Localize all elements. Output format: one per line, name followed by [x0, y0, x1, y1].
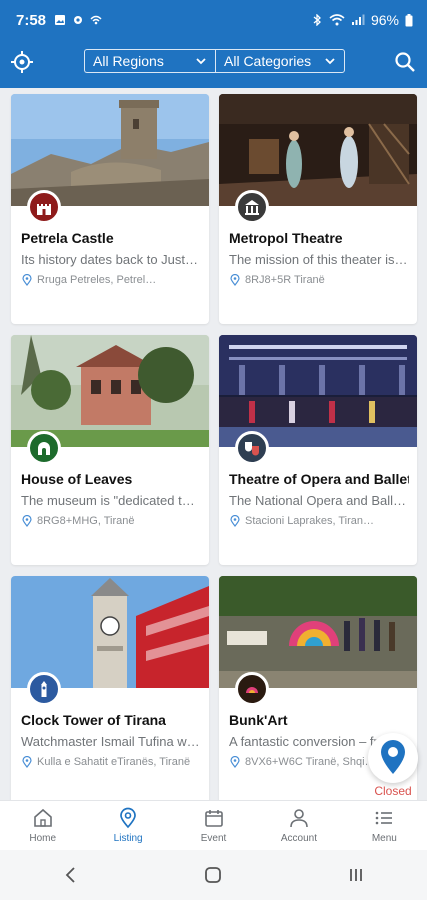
- listing-address: Kulla e Sahatit eTiranës, Tiranë: [21, 756, 201, 768]
- category-badge: [235, 190, 269, 224]
- gallery-icon: [55, 15, 66, 25]
- app-header: 7:58 96% All Regions All Categories: [0, 0, 427, 88]
- map-pin-icon: [22, 756, 32, 768]
- status-time: 7:58: [16, 11, 47, 29]
- listing-title: House of Leaves: [21, 471, 133, 487]
- tab-listing[interactable]: Listing: [85, 801, 170, 850]
- listing-address-text: 8RG8+MHG, Tiranë: [37, 515, 135, 527]
- map-pin-icon: [381, 740, 405, 774]
- map-pin-icon: [230, 274, 240, 286]
- location-pin-icon: [120, 807, 136, 829]
- map-pin-icon: [230, 515, 240, 527]
- tab-home[interactable]: Home: [0, 801, 85, 850]
- search-icon[interactable]: [393, 50, 417, 74]
- tab-menu[interactable]: Menu: [342, 801, 427, 850]
- category-badge: [27, 431, 61, 465]
- listing-address-text: Kulla e Sahatit eTiranës, Tiranë: [37, 756, 191, 768]
- category-badge: [235, 431, 269, 465]
- system-navigation-bar: [0, 850, 427, 900]
- listing-description: The National Opera and Balle…: [229, 493, 409, 508]
- listing-address: 8RG8+MHG, Tiranë: [21, 515, 201, 527]
- map-pin-icon: [230, 756, 240, 768]
- castle-icon: [37, 204, 51, 215]
- tab-event[interactable]: Event: [171, 801, 256, 850]
- listing-description: The museum is "dedicated to…: [21, 493, 201, 508]
- status-right: 96%: [311, 12, 413, 28]
- calendar-icon: [204, 810, 223, 827]
- open-status-label: Closed: [374, 784, 412, 798]
- listing-title: Petrela Castle: [21, 230, 114, 246]
- status-bar: 7:58 96%: [0, 0, 427, 40]
- back-icon[interactable]: [61, 865, 81, 885]
- tab-account[interactable]: Account: [256, 801, 341, 850]
- home-nav-icon[interactable]: [203, 865, 223, 885]
- filter-group: All Regions All Categories: [84, 49, 345, 73]
- wifi-icon: [329, 14, 345, 26]
- listing-title: Metropol Theatre: [229, 230, 343, 246]
- person-icon: [290, 809, 308, 828]
- map-pin-icon: [22, 274, 32, 286]
- listing-address-text: Rruga Petreles, Petrel…: [37, 274, 157, 286]
- listing-description: Watchmaster Ismail Tufina w…: [21, 734, 200, 749]
- listing-address: 8RJ8+5R Tiranë: [229, 274, 409, 286]
- category-badge: [27, 672, 61, 706]
- wifi-calling-icon: [90, 15, 102, 25]
- listing-address-text: Stacioni Laprakes, Tiran…: [245, 515, 375, 527]
- battery-icon: [405, 13, 413, 26]
- listing-address: Stacioni Laprakes, Tiran…: [229, 515, 409, 527]
- tab-label: Account: [280, 833, 317, 844]
- category-badge: [235, 672, 269, 706]
- listing-address-text: 8VX6+W6C Tiranë, Shqi…: [245, 756, 376, 768]
- locate-me-icon[interactable]: [10, 50, 34, 74]
- museum-icon: [38, 442, 50, 455]
- category-badge: [27, 190, 61, 224]
- tower-icon: [41, 681, 47, 697]
- category-dropdown-label: All Categories: [224, 53, 312, 69]
- region-dropdown-label: All Regions: [93, 53, 164, 69]
- map-view-button[interactable]: [368, 733, 418, 783]
- chevron-down-icon: [196, 58, 206, 65]
- tab-label: Menu: [371, 833, 397, 844]
- listing-description: Its history dates back to Just…: [21, 252, 199, 267]
- listing-card-theatre-opera-ballet[interactable]: Theatre of Opera and Ballet The National…: [219, 335, 417, 565]
- theatre-building-icon: [245, 200, 259, 215]
- bluetooth-icon: [313, 14, 321, 26]
- home-icon: [33, 808, 52, 827]
- listing-grid: Petrela Castle Its history dates back to…: [0, 88, 427, 800]
- menu-list-icon: [376, 811, 393, 825]
- listing-card-petrela-castle[interactable]: Petrela Castle Its history dates back to…: [11, 94, 209, 324]
- toolbar: All Regions All Categories: [0, 40, 427, 88]
- theatre-masks-icon: [245, 442, 259, 456]
- listing-card-clock-tower[interactable]: Clock Tower of Tirana Watchmaster Ismail…: [11, 576, 209, 800]
- listing-title: Clock Tower of Tirana: [21, 712, 166, 728]
- listing-address-text: 8RJ8+5R Tiranë: [245, 274, 325, 286]
- listing-description: The mission of this theater is…: [229, 252, 408, 267]
- settings-gear-icon: [74, 16, 83, 24]
- listing-address: Rruga Petreles, Petrel…: [21, 274, 201, 286]
- tab-label: Event: [200, 833, 227, 844]
- bottom-tab-bar: Home Listing Event Account Menu: [0, 800, 427, 850]
- recent-apps-icon[interactable]: [346, 865, 366, 885]
- category-dropdown[interactable]: All Categories: [215, 49, 345, 73]
- listing-title: Theatre of Opera and Ballet: [229, 471, 409, 487]
- chevron-down-icon: [325, 58, 335, 65]
- battery-percent: 96%: [370, 12, 399, 28]
- listing-card-house-of-leaves[interactable]: House of Leaves The museum is "dedicated…: [11, 335, 209, 565]
- tab-label: Home: [29, 833, 57, 844]
- bunkart-logo-icon: [246, 687, 258, 693]
- tab-label: Listing: [113, 833, 143, 844]
- region-dropdown[interactable]: All Regions: [84, 49, 215, 73]
- map-pin-icon: [22, 515, 32, 527]
- listing-title: Bunk'Art: [229, 712, 288, 728]
- listing-card-metropol-theatre[interactable]: Metropol Theatre The mission of this the…: [219, 94, 417, 324]
- signal-icon: [351, 14, 365, 25]
